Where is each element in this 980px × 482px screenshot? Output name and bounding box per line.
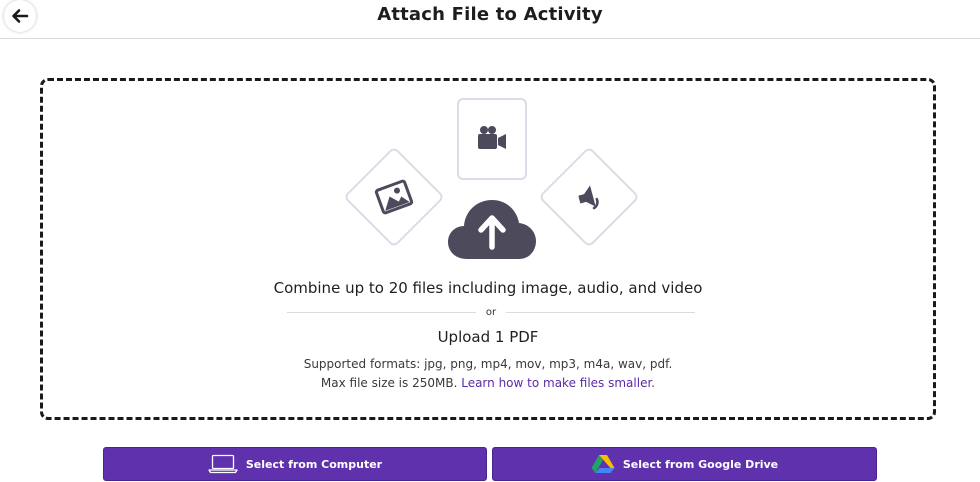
header-bar: Attach File to Activity [0, 0, 980, 39]
supported-formats-text: Supported formats: jpg, png, mp4, mov, m… [303, 357, 673, 371]
divider-line-right [506, 311, 696, 313]
select-from-computer-label: Select from Computer [245, 457, 383, 471]
cloud-upload-graphic [447, 195, 537, 265]
video-camera-icon [478, 126, 506, 149]
or-divider: or [287, 305, 696, 319]
cloud-upload-icon [448, 200, 536, 259]
divider-line-left [287, 311, 476, 313]
max-file-size-text: Max file size is 250MB. [320, 376, 458, 390]
select-from-computer-button[interactable]: Select from Computer [103, 447, 487, 481]
upload-pdf-label: Upload 1 PDF [437, 328, 539, 346]
page-title: Attach File to Activity [377, 4, 603, 25]
audio-tile [538, 146, 640, 248]
file-dropzone[interactable]: Combine up to 20 files including image, … [40, 78, 936, 420]
audio-icon [578, 185, 599, 210]
video-tile [457, 98, 527, 180]
select-from-google-drive-label: Select from Google Drive [622, 457, 779, 471]
max-file-size-row: Max file size is 250MB. Learn how to mak… [43, 376, 933, 390]
google-drive-icon [591, 455, 615, 473]
image-tile [343, 146, 445, 248]
select-from-google-drive-button[interactable]: Select from Google Drive [492, 447, 877, 481]
learn-smaller-files-link[interactable]: Learn how to make files smaller. [461, 376, 655, 390]
upload-headline: Combine up to 20 files including image, … [273, 279, 703, 297]
laptop-icon [208, 454, 238, 474]
image-icon [374, 179, 414, 215]
or-label: or [485, 306, 497, 318]
